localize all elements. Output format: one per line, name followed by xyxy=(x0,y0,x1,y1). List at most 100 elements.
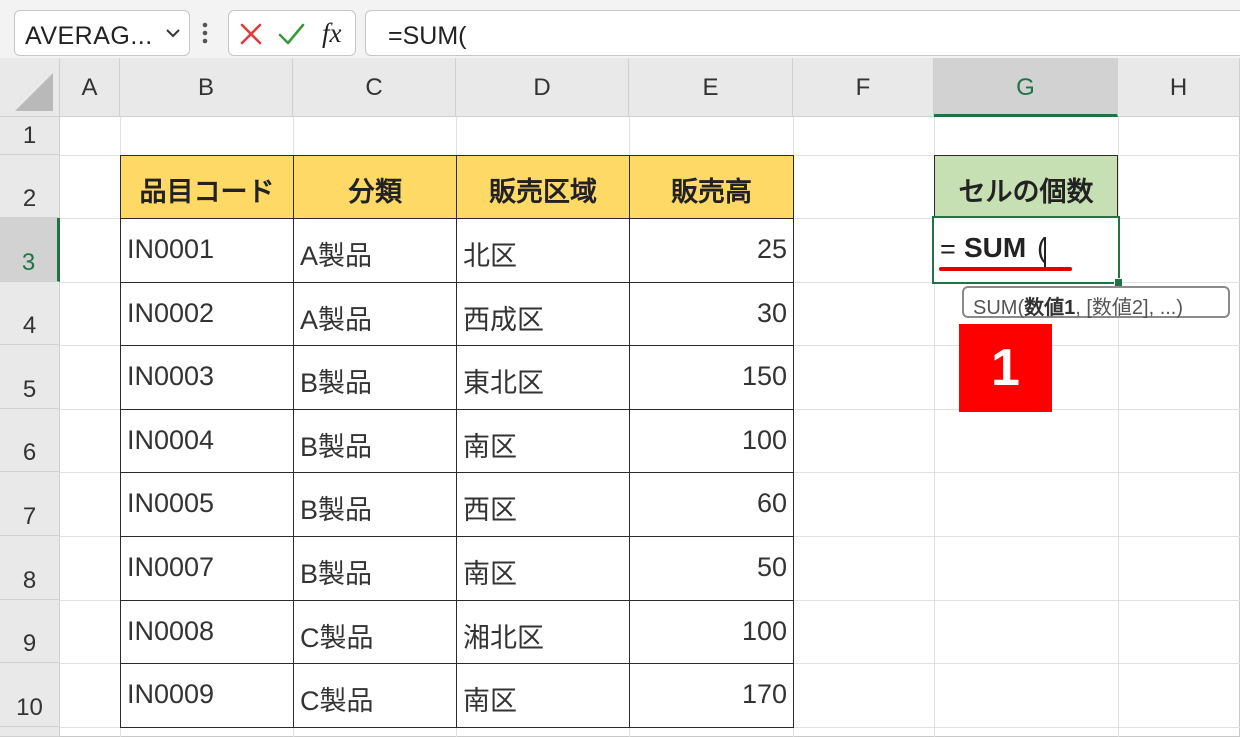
table-cell[interactable]: IN0004 xyxy=(120,409,294,473)
insert-function-icon[interactable]: fx xyxy=(322,18,342,49)
column-header-b[interactable]: B xyxy=(120,58,293,117)
tooltip-fn: SUM( xyxy=(973,297,1025,319)
header-cell[interactable]: 販売高 xyxy=(629,155,794,219)
count-header-cell[interactable]: セルの個数 xyxy=(934,155,1118,218)
tooltip-arg1[interactable]: 数値1 xyxy=(1024,297,1075,319)
select-all-triangle-icon xyxy=(15,73,53,111)
name-box[interactable]: AVERAG... xyxy=(14,10,190,56)
formula-text: =SUM( xyxy=(388,22,467,50)
cancel-icon[interactable] xyxy=(237,20,265,48)
cell-text: 100 xyxy=(741,425,787,455)
cell-text: A製品 xyxy=(300,241,373,271)
row-header-7[interactable]: 7 xyxy=(0,472,60,536)
header-text: 品目コード xyxy=(139,177,275,207)
red-underline-annotation xyxy=(939,267,1072,271)
table-cell[interactable]: 南区 xyxy=(456,663,630,728)
select-all-corner[interactable] xyxy=(0,58,60,117)
column-header-a[interactable]: A xyxy=(60,58,120,117)
table-cell[interactable]: 50 xyxy=(629,536,794,601)
table-cell[interactable]: IN0007 xyxy=(120,536,294,601)
cell-text: 西区 xyxy=(463,495,517,525)
table-cell[interactable]: 30 xyxy=(629,282,794,346)
enter-check-icon[interactable] xyxy=(277,20,305,48)
table-cell[interactable]: B製品 xyxy=(293,472,457,537)
function-argument-tooltip[interactable]: SUM(数値1, [数値2], ...) xyxy=(962,286,1230,319)
row-number: 6 xyxy=(22,439,37,466)
column-header-c[interactable]: C xyxy=(293,58,456,117)
column-header-g[interactable]: G xyxy=(934,58,1118,117)
active-cell-g3[interactable]: = SUM ( xyxy=(932,216,1123,287)
row-number: 5 xyxy=(22,376,37,403)
cell-text: 西成区 xyxy=(463,305,544,335)
cell-text: 150 xyxy=(741,361,787,391)
table-cell[interactable]: 南区 xyxy=(456,409,630,473)
row-header-6[interactable]: 6 xyxy=(0,409,60,472)
count-header-text: セルの個数 xyxy=(958,177,1094,207)
cell-text: 25 xyxy=(756,234,787,264)
cell-text: IN0004 xyxy=(127,425,215,455)
tooltip-rest: , [数値2], ...) xyxy=(1075,297,1184,319)
cell-text: 60 xyxy=(756,488,787,518)
row-header-3[interactable]: 3 xyxy=(0,218,60,282)
cell-text: 湘北区 xyxy=(463,623,544,653)
table-cell[interactable]: C製品 xyxy=(293,663,457,728)
formula-bar: AVERAG... fx =SUM( xyxy=(0,0,1240,66)
header-cell[interactable]: 分類 xyxy=(293,155,457,219)
table-cell[interactable]: 170 xyxy=(629,663,794,728)
cell-text: IN0007 xyxy=(127,552,215,582)
table-cell[interactable]: 100 xyxy=(629,409,794,473)
cell-text: 100 xyxy=(741,616,787,646)
table-cell[interactable]: IN0008 xyxy=(120,600,294,664)
table-cell[interactable]: IN0003 xyxy=(120,345,294,410)
row-header-4[interactable]: 4 xyxy=(0,282,60,345)
column-header-h[interactable]: H xyxy=(1118,58,1240,117)
table-cell[interactable]: 南区 xyxy=(456,536,630,601)
row-number: 9 xyxy=(22,630,37,657)
table-cell[interactable]: C製品 xyxy=(293,600,457,664)
column-header-e[interactable]: E xyxy=(629,58,793,117)
cell-text: IN0009 xyxy=(127,679,215,709)
table-cell[interactable]: 西区 xyxy=(456,472,630,537)
table-cell[interactable]: IN0002 xyxy=(120,282,294,346)
table-cell[interactable]: IN0009 xyxy=(120,663,294,728)
table-cell[interactable]: 25 xyxy=(629,218,794,283)
table-cell[interactable]: 60 xyxy=(629,472,794,537)
table-cell[interactable]: 西成区 xyxy=(456,282,630,346)
row-number: 3 xyxy=(21,249,36,276)
cell-text: 30 xyxy=(756,298,787,328)
row-header-9[interactable]: 9 xyxy=(0,600,60,663)
cell-text: IN0002 xyxy=(127,298,215,328)
cell-text: 南区 xyxy=(463,432,517,462)
formula-input[interactable]: =SUM( xyxy=(365,10,1240,56)
row-header-1[interactable]: 1 xyxy=(0,117,60,155)
table-cell[interactable]: B製品 xyxy=(293,536,457,601)
chevron-down-icon[interactable] xyxy=(163,23,183,43)
column-header-d[interactable]: D xyxy=(456,58,629,117)
table-cell[interactable]: 北区 xyxy=(456,218,630,283)
row-header-5[interactable]: 5 xyxy=(0,345,60,409)
row-header-10[interactable]: 10 xyxy=(0,663,60,727)
cell-text: IN0001 xyxy=(127,234,215,264)
header-text: 販売高 xyxy=(671,177,752,207)
table-cell[interactable]: 100 xyxy=(629,600,794,664)
table-cell[interactable]: 150 xyxy=(629,345,794,410)
table-cell[interactable]: IN0001 xyxy=(120,218,294,283)
column-header-f[interactable]: F xyxy=(793,58,934,117)
table-cell[interactable]: A製品 xyxy=(293,218,457,283)
step-number-badge: 1 xyxy=(959,324,1052,412)
row-header-8[interactable]: 8 xyxy=(0,536,60,600)
header-cell[interactable]: 品目コード xyxy=(120,155,294,219)
cell-text: 東北区 xyxy=(463,368,544,398)
header-text: 分類 xyxy=(348,177,402,207)
table-cell[interactable]: B製品 xyxy=(293,345,457,410)
header-cell[interactable]: 販売区域 xyxy=(456,155,630,219)
table-cell[interactable]: IN0005 xyxy=(120,472,294,537)
table-cell[interactable]: 東北区 xyxy=(456,345,630,410)
more-vertical-icon[interactable] xyxy=(200,20,210,46)
row-header-2[interactable]: 2 xyxy=(0,155,60,218)
table-cell[interactable]: 湘北区 xyxy=(456,600,630,664)
table-cell[interactable]: B製品 xyxy=(293,409,457,473)
table-cell[interactable]: A製品 xyxy=(293,282,457,346)
row-header-11[interactable] xyxy=(0,727,60,737)
formula-equals: = xyxy=(940,234,956,264)
